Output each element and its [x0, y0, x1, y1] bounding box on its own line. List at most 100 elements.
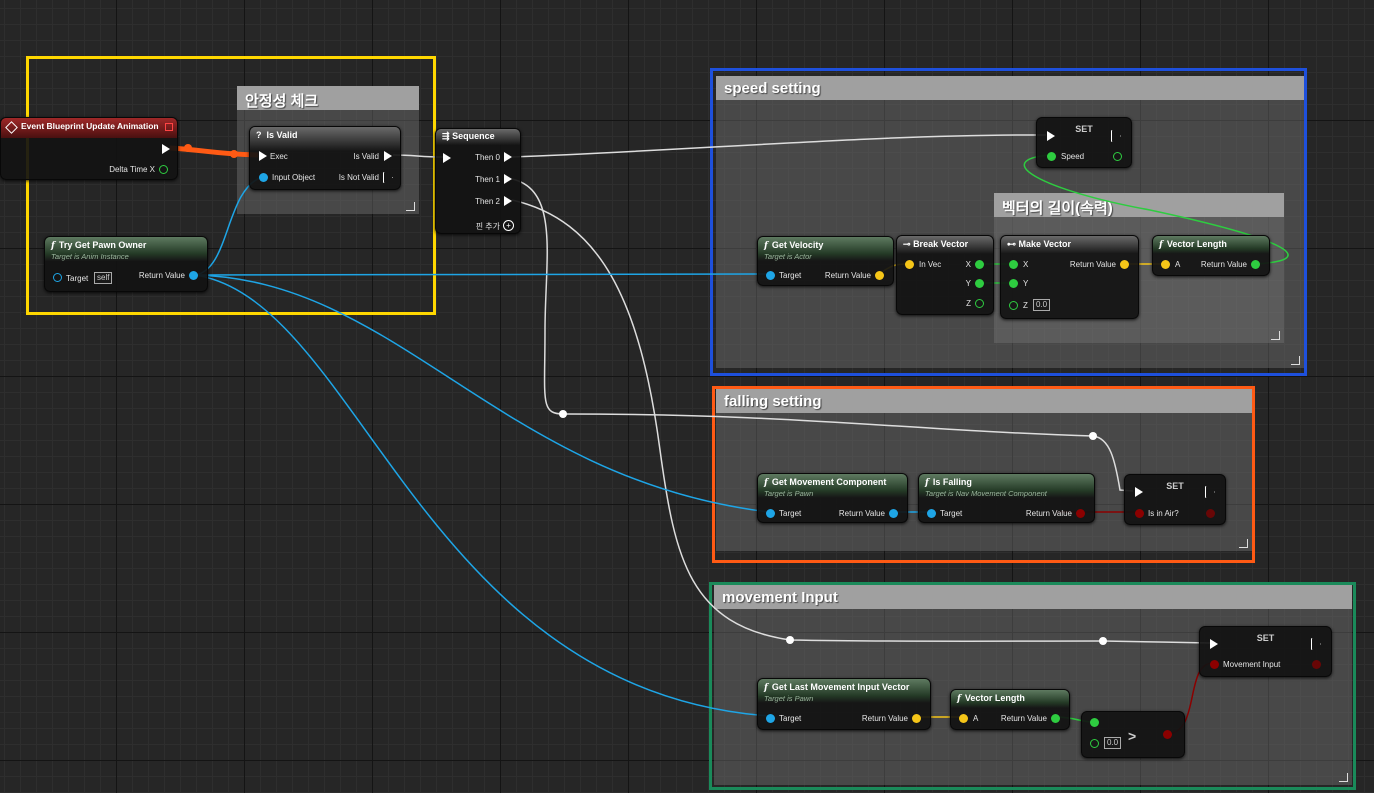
float-out-pin[interactable] [1251, 260, 1260, 269]
set-speed-node[interactable]: SET Speed [1036, 117, 1132, 168]
movement-input-label: Movement Input [1223, 660, 1281, 669]
is-falling-title: Is Falling [932, 477, 972, 487]
float-out-pin[interactable] [975, 279, 984, 288]
vector-length-node-movement[interactable]: f Vector Length A Return Value [950, 689, 1070, 730]
set-is-in-air-node[interactable]: SET Is in Air? [1124, 474, 1226, 525]
target-label: Target [66, 274, 89, 283]
node-header: f Vector Length [1153, 236, 1269, 254]
bool-out-pin[interactable] [1206, 509, 1215, 518]
z-default-box[interactable]: 0.0 [1033, 299, 1051, 311]
vector-in-pin[interactable] [905, 260, 914, 269]
self-default-box[interactable]: self [94, 272, 113, 284]
break-vector-title: Break Vector [913, 239, 969, 249]
exec-out-not-valid-pin[interactable] [383, 172, 393, 183]
float-in-pin[interactable] [1009, 260, 1018, 269]
last-input-title: Get Last Movement Input Vector [771, 682, 910, 692]
b-default-box[interactable]: 0.0 [1104, 737, 1122, 749]
float-out-pin[interactable] [1113, 152, 1122, 161]
object-out-pin[interactable] [889, 509, 898, 518]
get-velocity-node[interactable]: f Get Velocity Target is Actor Target Retu… [757, 236, 894, 286]
is-falling-node[interactable]: f Is Falling Target is Nav Movement Compon… [918, 473, 1095, 523]
bool-in-pin[interactable] [1135, 509, 1144, 518]
exec-wire-then1-to-set-air [511, 178, 1134, 492]
exec-wire-knot [786, 636, 794, 644]
float-out-pin[interactable] [1051, 714, 1060, 723]
node-header: ⊸ Break Vector [897, 236, 993, 254]
sequence-node[interactable]: ⇶ Sequence Then 0 Then 1 Then 2 핀 추가 + [435, 128, 521, 234]
input-object-label: Input Object [272, 173, 316, 182]
in-vec-label: In Vec [919, 260, 942, 269]
vector-out-pin[interactable] [912, 714, 921, 723]
float-in-pin[interactable] [1090, 718, 1099, 727]
target-label: Target [940, 509, 963, 518]
node-header: ⊷ Make Vector [1001, 236, 1138, 254]
object-in-pin[interactable] [766, 509, 775, 518]
bool-out-pin[interactable] [1076, 509, 1085, 518]
vector-in-pin[interactable] [959, 714, 968, 723]
float-in-pin[interactable] [1090, 739, 1099, 748]
set-movement-input-node[interactable]: SET Movement Input [1199, 626, 1332, 677]
function-icon: f [1159, 240, 1163, 250]
greater-than-node[interactable]: 0.0 > [1081, 711, 1185, 758]
vector-length-node-speed[interactable]: f Vector Length A Return Value [1152, 235, 1270, 276]
node-header: f Vector Length [951, 690, 1069, 708]
make-vector-node[interactable]: ⊷ Make Vector X Return Value Y Z 0.0 [1000, 235, 1139, 319]
is-in-air-label: Is in Air? [1148, 509, 1179, 518]
float-out-pin[interactable] [975, 299, 984, 308]
exec-out-valid-pin[interactable] [384, 151, 392, 161]
object-in-pin[interactable] [927, 509, 936, 518]
exec-in-pin[interactable] [1047, 131, 1055, 141]
exec-in-pin[interactable] [259, 151, 267, 161]
float-in-pin[interactable] [1009, 279, 1018, 288]
return-value-label: Return Value [138, 271, 185, 280]
object-in-pin[interactable] [766, 271, 775, 280]
return-value-label: Return Value [861, 714, 908, 723]
object-out-pin[interactable] [189, 271, 198, 280]
function-icon: f [957, 694, 961, 704]
return-value-label: Return Value [824, 271, 871, 280]
get-last-movement-input-node[interactable]: f Get Last Movement Input Vector Target is… [757, 678, 931, 730]
is-valid-node[interactable]: ? Is Valid Exec Is Valid Input Object Is… [249, 126, 401, 190]
is-valid-label: Is Valid [353, 152, 379, 161]
break-icon: ⊸ [903, 239, 911, 249]
try-get-pawn-owner-node[interactable]: f Try Get Pawn Owner Target is Anim Instan… [44, 236, 208, 292]
float-out-pin[interactable] [975, 260, 984, 269]
exec-in-pin[interactable] [1210, 639, 1218, 649]
add-pin-label[interactable]: 핀 추가 [476, 221, 500, 232]
float-in-pin[interactable] [1009, 301, 1018, 310]
add-pin-icon[interactable]: + [503, 220, 514, 231]
object-in-pin[interactable] [766, 714, 775, 723]
object-wire-owner-to-velocity [194, 273, 770, 276]
x-label: X [1023, 260, 1029, 269]
vector-out-pin[interactable] [1120, 260, 1129, 269]
event-update-animation-node[interactable]: Event Blueprint Update Animation Delta T… [0, 117, 178, 180]
y-label: Y [1023, 279, 1029, 288]
object-in-pin[interactable] [259, 173, 268, 182]
float-out-pin[interactable] [159, 165, 168, 174]
then2-out-pin[interactable] [504, 196, 512, 206]
then0-out-pin[interactable] [504, 152, 512, 162]
exec-out-pin[interactable] [162, 144, 170, 154]
node-header: ⇶ Sequence [436, 129, 520, 145]
exec-label: Exec [270, 152, 288, 161]
break-vector-node[interactable]: ⊸ Break Vector In Vec X Y Z [896, 235, 994, 315]
object-in-pin[interactable] [53, 273, 62, 282]
get-movement-component-node[interactable]: f Get Movement Component Target is Pawn Ta… [757, 473, 908, 523]
exec-in-pin[interactable] [1135, 487, 1143, 497]
get-velocity-subtitle: Target is Actor [764, 252, 812, 261]
a-label: A [1175, 260, 1181, 269]
bool-in-pin[interactable] [1210, 660, 1219, 669]
float-in-pin[interactable] [1047, 152, 1056, 161]
vector-in-pin[interactable] [1161, 260, 1170, 269]
target-label: Target [779, 714, 802, 723]
event-node-title: Event Blueprint Update Animation [21, 121, 159, 131]
exec-wire-then0-to-set-speed [511, 134, 1047, 158]
bool-out-pin[interactable] [1163, 730, 1172, 739]
function-icon: f [764, 241, 768, 251]
bool-out-pin[interactable] [1312, 660, 1321, 669]
return-value-label: Return Value [1069, 260, 1116, 269]
vector-out-pin[interactable] [875, 271, 884, 280]
then1-out-pin[interactable] [504, 174, 512, 184]
exec-in-pin[interactable] [443, 153, 451, 163]
greater-operator-label: > [1128, 728, 1137, 744]
